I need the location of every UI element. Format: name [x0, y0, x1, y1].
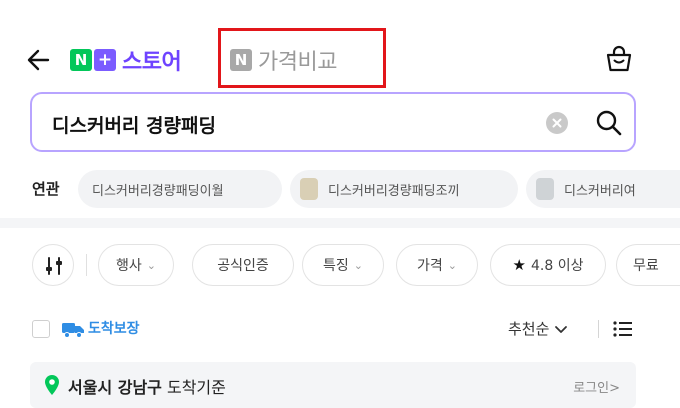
filter-bar: 행사 ⌄ 공식인증 특징 ⌄ 가격 ⌄ ★ 4.8 이상 무료 — [0, 240, 680, 290]
location-pin-icon — [45, 375, 59, 395]
filter-settings-button[interactable] — [32, 244, 74, 286]
list-view-icon[interactable] — [612, 318, 634, 340]
plus-icon: + — [94, 49, 116, 71]
filter-divider — [86, 254, 87, 276]
related-chip-label: 디스커버리여 — [564, 183, 636, 199]
back-arrow-icon[interactable] — [24, 42, 54, 78]
naver-plus-store-logo[interactable]: N + 스토어 — [70, 42, 182, 78]
filter-free[interactable]: 무료 — [616, 244, 680, 286]
location-suffix: 도착기준 — [161, 378, 226, 397]
related-searches: 연관 디스커버리경량패딩이월 디스커버리경량패딩조끼 디스커버리여 — [0, 166, 680, 214]
filter-label: 가격 — [417, 258, 443, 274]
guaranteed-delivery-label[interactable]: 도착보장 — [88, 318, 140, 338]
compare-n-icon: N — [230, 49, 252, 71]
related-label: 연관 — [32, 180, 60, 198]
location-city: 서울시 강남구 — [68, 378, 162, 397]
search-input[interactable]: 디스커버리 경량패딩 — [52, 111, 216, 138]
login-link[interactable]: 로그인> — [573, 377, 620, 396]
section-divider — [0, 218, 680, 228]
filter-label: 4.8 이상 — [530, 258, 584, 274]
related-chip-label: 디스커버리경량패딩이월 — [92, 183, 224, 199]
top-bar: N + 스토어 N 가격비교 — [0, 0, 680, 92]
star-icon: ★ — [512, 256, 526, 274]
chevron-down-icon: ⌄ — [447, 258, 457, 272]
price-compare-tab[interactable]: N 가격비교 — [230, 42, 337, 78]
list-toolbar: 도착보장 추천순 — [0, 306, 680, 350]
filter-label: 공식인증 — [217, 258, 269, 274]
shopping-bag-icon[interactable] — [604, 44, 634, 74]
filter-event[interactable]: 행사 ⌄ — [98, 244, 174, 286]
related-chip[interactable]: 디스커버리경량패딩조끼 — [290, 170, 518, 208]
search-bar[interactable]: 디스커버리 경량패딩 — [30, 92, 636, 152]
related-chip-label: 디스커버리경량패딩조끼 — [328, 183, 460, 199]
product-thumbnail — [536, 178, 554, 200]
related-chip[interactable]: 디스커버리여 — [526, 170, 680, 208]
sliders-icon — [46, 257, 62, 275]
filter-label: 행사 — [116, 258, 142, 274]
chevron-down-icon: ⌄ — [353, 258, 363, 272]
chevron-down-icon — [555, 325, 568, 333]
product-thumbnail — [300, 178, 318, 200]
search-icon[interactable] — [594, 108, 624, 138]
delivery-checkbox[interactable] — [32, 320, 50, 338]
naver-n-icon: N — [70, 49, 92, 71]
filter-rating[interactable]: ★ 4.8 이상 — [490, 244, 606, 286]
delivery-location-bar[interactable]: 서울시 강남구 도착기준 로그인> — [30, 362, 636, 408]
filter-label: 무료 — [633, 258, 659, 274]
filter-label: 특징 — [323, 258, 349, 274]
clear-icon[interactable] — [546, 112, 568, 134]
toolbar-divider — [598, 320, 599, 338]
related-chip[interactable]: 디스커버리경량패딩이월 — [78, 170, 282, 208]
chevron-down-icon: ⌄ — [146, 258, 156, 272]
filter-price[interactable]: 가격 ⌄ — [396, 244, 478, 286]
truck-icon — [62, 323, 84, 338]
sort-label: 추천순 — [508, 320, 550, 338]
location-text: 서울시 강남구 도착기준 — [68, 374, 226, 398]
price-compare-label: 가격비교 — [258, 50, 337, 75]
filter-official[interactable]: 공식인증 — [192, 244, 294, 286]
store-label: 스토어 — [122, 50, 182, 75]
filter-feature[interactable]: 특징 ⌄ — [302, 244, 384, 286]
sort-dropdown[interactable]: 추천순 — [508, 318, 569, 339]
